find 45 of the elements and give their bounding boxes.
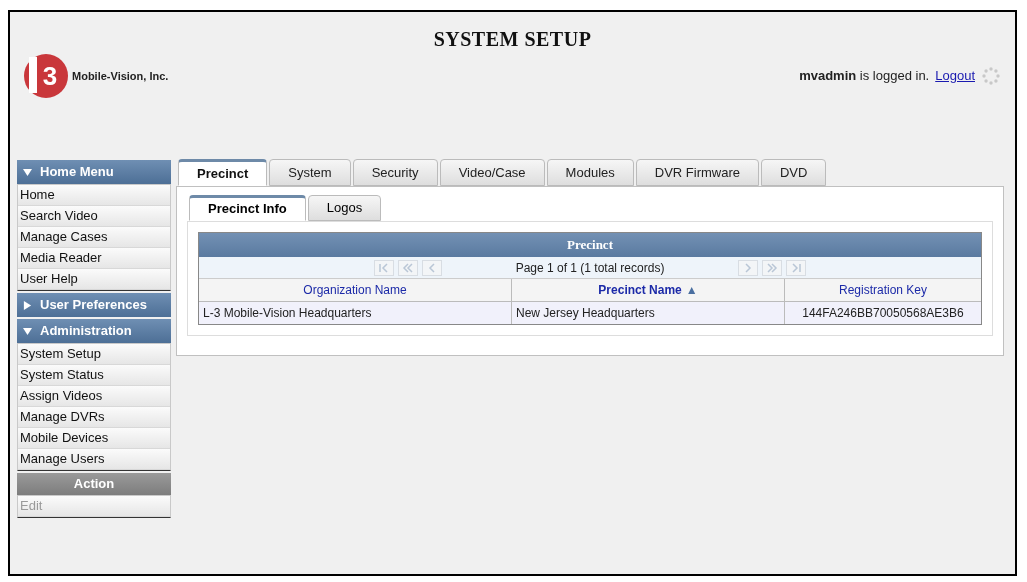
menu-item[interactable]: Manage Users (18, 449, 170, 470)
table-cell: 144FA246BB70050568AE3B6 (784, 302, 981, 324)
section-header[interactable]: User Preferences (17, 293, 171, 317)
subtab[interactable]: Precinct Info (189, 195, 306, 221)
page-title: SYSTEM SETUP (433, 27, 592, 52)
menu-item[interactable]: Mobile Devices (18, 428, 170, 449)
company-name: Mobile-Vision, Inc. (72, 68, 169, 84)
double-left-chevron-icon (401, 262, 414, 273)
menu-item[interactable]: Media Reader (18, 248, 170, 269)
tab[interactable]: DVR Firmware (635, 159, 759, 186)
right-triangle-icon (23, 300, 32, 310)
tab[interactable]: DVD (761, 159, 827, 186)
tab[interactable]: Precinct (178, 159, 268, 186)
subtab[interactable]: Logos (307, 195, 382, 221)
column-header[interactable]: Precinct Name ▲ (511, 279, 784, 302)
page-info: Page 1 of 1 (1 total records) (514, 259, 666, 277)
tab[interactable]: Security (352, 159, 438, 186)
tab[interactable]: Video/Case (439, 159, 545, 186)
down-triangle-icon (23, 167, 32, 177)
table-title: Precinct (199, 233, 981, 257)
menu-item[interactable]: Manage Cases (18, 227, 170, 248)
menu-item[interactable]: User Help (18, 269, 170, 290)
logout-link[interactable]: Logout (935, 66, 975, 86)
login-status: mvadmin is logged in. (799, 67, 930, 86)
section-header[interactable]: Administration (17, 319, 171, 343)
double-right-chevron-icon (766, 262, 779, 273)
menu-item[interactable]: Search Video (18, 206, 170, 227)
menu-item[interactable]: System Status (18, 365, 170, 386)
right-chevron-bar-icon (790, 262, 803, 273)
table-cell: L-3 Mobile-Vision Headquarters (199, 302, 511, 324)
bar-left-chevron-icon (377, 262, 390, 273)
loading-spinner-icon (981, 66, 1001, 86)
menu-item[interactable]: System Setup (18, 344, 170, 365)
tab[interactable]: System (269, 159, 351, 186)
logo-icon: 3 (24, 54, 68, 98)
menu-item[interactable]: Assign Videos (18, 386, 170, 407)
menu-item[interactable]: Home (18, 185, 170, 206)
section-header: Action (17, 473, 171, 495)
column-header[interactable]: Registration Key (784, 279, 981, 302)
down-triangle-icon (23, 326, 32, 336)
tab[interactable]: Modules (546, 159, 634, 186)
table-cell: New Jersey Headquarters (511, 302, 784, 324)
column-header[interactable]: Organization Name (199, 279, 511, 302)
section-header[interactable]: Home Menu (17, 160, 171, 184)
menu-item[interactable]: Manage DVRs (18, 407, 170, 428)
